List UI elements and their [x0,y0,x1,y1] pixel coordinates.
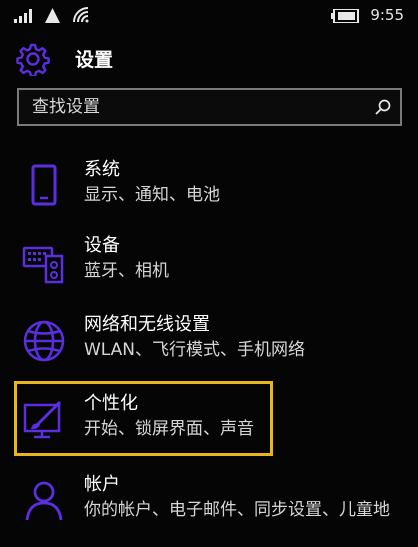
search-input[interactable] [19,90,359,124]
item-title-accounts: 帐户 [84,474,120,495]
status-bar: 9:55 [0,0,418,32]
triangle-icon [45,8,60,23]
settings-item-system[interactable]: 系统 显示、通知、电池 [0,148,418,224]
settings-item-accounts[interactable]: 帐户 你的帐户、电子邮件、同步设置、儿童地 [0,463,418,547]
globe-icon [23,320,65,362]
settings-item-network[interactable]: 网络和无线设置 WLAN、飞行模式、手机网络 [0,303,418,379]
settings-item-devices[interactable]: 设备 蓝牙、相机 [0,224,418,300]
battery-icon [331,9,359,23]
wifi-icon [73,7,89,23]
item-title-system: 系统 [84,159,120,180]
item-title-devices: 设备 [84,235,120,256]
item-subtitle-system: 显示、通知、电池 [84,185,220,205]
item-subtitle-network: WLAN、飞行模式、手机网络 [84,340,306,360]
clock: 9:55 [370,6,404,24]
phone-icon [31,164,57,206]
highlight-frame [14,381,273,456]
item-subtitle-accounts: 你的帐户、电子邮件、同步设置、儿童地 [84,500,390,520]
page-header: 设置 [0,38,418,82]
item-title-network: 网络和无线设置 [84,314,210,335]
settings-screen: 9:55 设置 系统 显示、通知、电池 [0,0,418,547]
person-icon [25,481,63,521]
signal-icon [14,9,32,23]
search-icon[interactable] [375,99,391,115]
devices-icon [22,246,64,284]
search-box[interactable] [17,88,402,126]
page-title: 设置 [75,49,114,71]
gear-icon [16,43,50,76]
item-subtitle-devices: 蓝牙、相机 [84,261,169,281]
